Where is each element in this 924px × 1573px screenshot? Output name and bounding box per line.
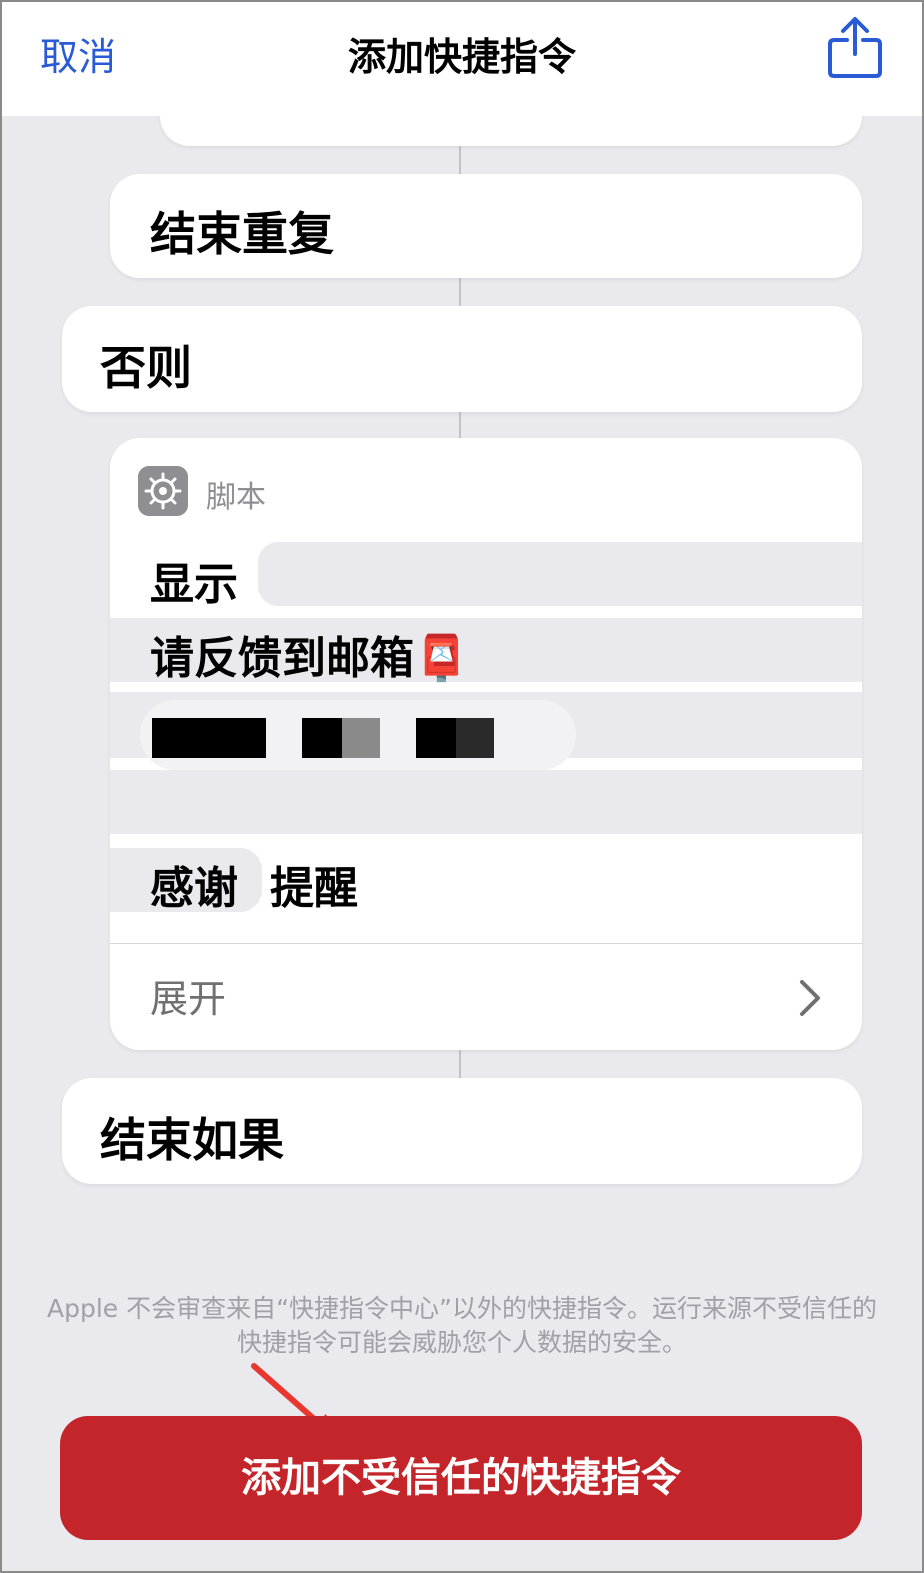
navigation-bar: 取消 添加快捷指令: [0, 0, 924, 116]
thanks-label: 感谢: [150, 863, 238, 914]
otherwise-label: 否则: [100, 341, 192, 395]
expand-button[interactable]: 展开: [150, 968, 226, 1023]
action-otherwise[interactable]: 否则: [62, 306, 862, 412]
redacted-block: [456, 718, 494, 758]
redacted-block: [152, 718, 266, 758]
divider: [110, 943, 862, 944]
action-end-repeat[interactable]: 结束重复: [110, 174, 862, 278]
mailbox-emoji: 📮: [414, 633, 469, 684]
redacted-block: [342, 718, 380, 758]
empty-line-band: [110, 770, 862, 834]
action-end-if[interactable]: 结束如果: [62, 1078, 862, 1184]
end-repeat-label: 结束重复: [150, 207, 334, 261]
add-untrusted-shortcut-button[interactable]: 添加不受信任的快捷指令: [60, 1416, 862, 1540]
flow-connector: [459, 412, 461, 438]
redacted-block: [416, 718, 456, 758]
action-show-script[interactable]: 脚本 显示 请反馈到邮箱📮 感谢 提醒 展开: [110, 438, 862, 1050]
page-title: 添加快捷指令: [347, 35, 576, 79]
flow-connector: [459, 146, 461, 174]
flow-connector: [459, 1050, 461, 1078]
gear-icon: [138, 466, 188, 516]
share-icon[interactable]: [826, 14, 884, 80]
show-label: 显示: [150, 559, 238, 610]
app-label: 脚本: [206, 480, 266, 515]
flow-connector: [459, 278, 461, 306]
feedback-text: 请反馈到邮箱📮: [150, 633, 469, 684]
text-input-field[interactable]: [258, 542, 862, 606]
security-disclaimer: Apple 不会审查来自“快捷指令中心”以外的快捷指令。运行来源不受信任的快捷指…: [46, 1294, 878, 1357]
reminder-label: 提醒: [270, 863, 358, 914]
end-if-label: 结束如果: [100, 1113, 284, 1167]
chevron-right-icon[interactable]: [792, 976, 828, 1020]
redacted-block: [302, 718, 342, 758]
